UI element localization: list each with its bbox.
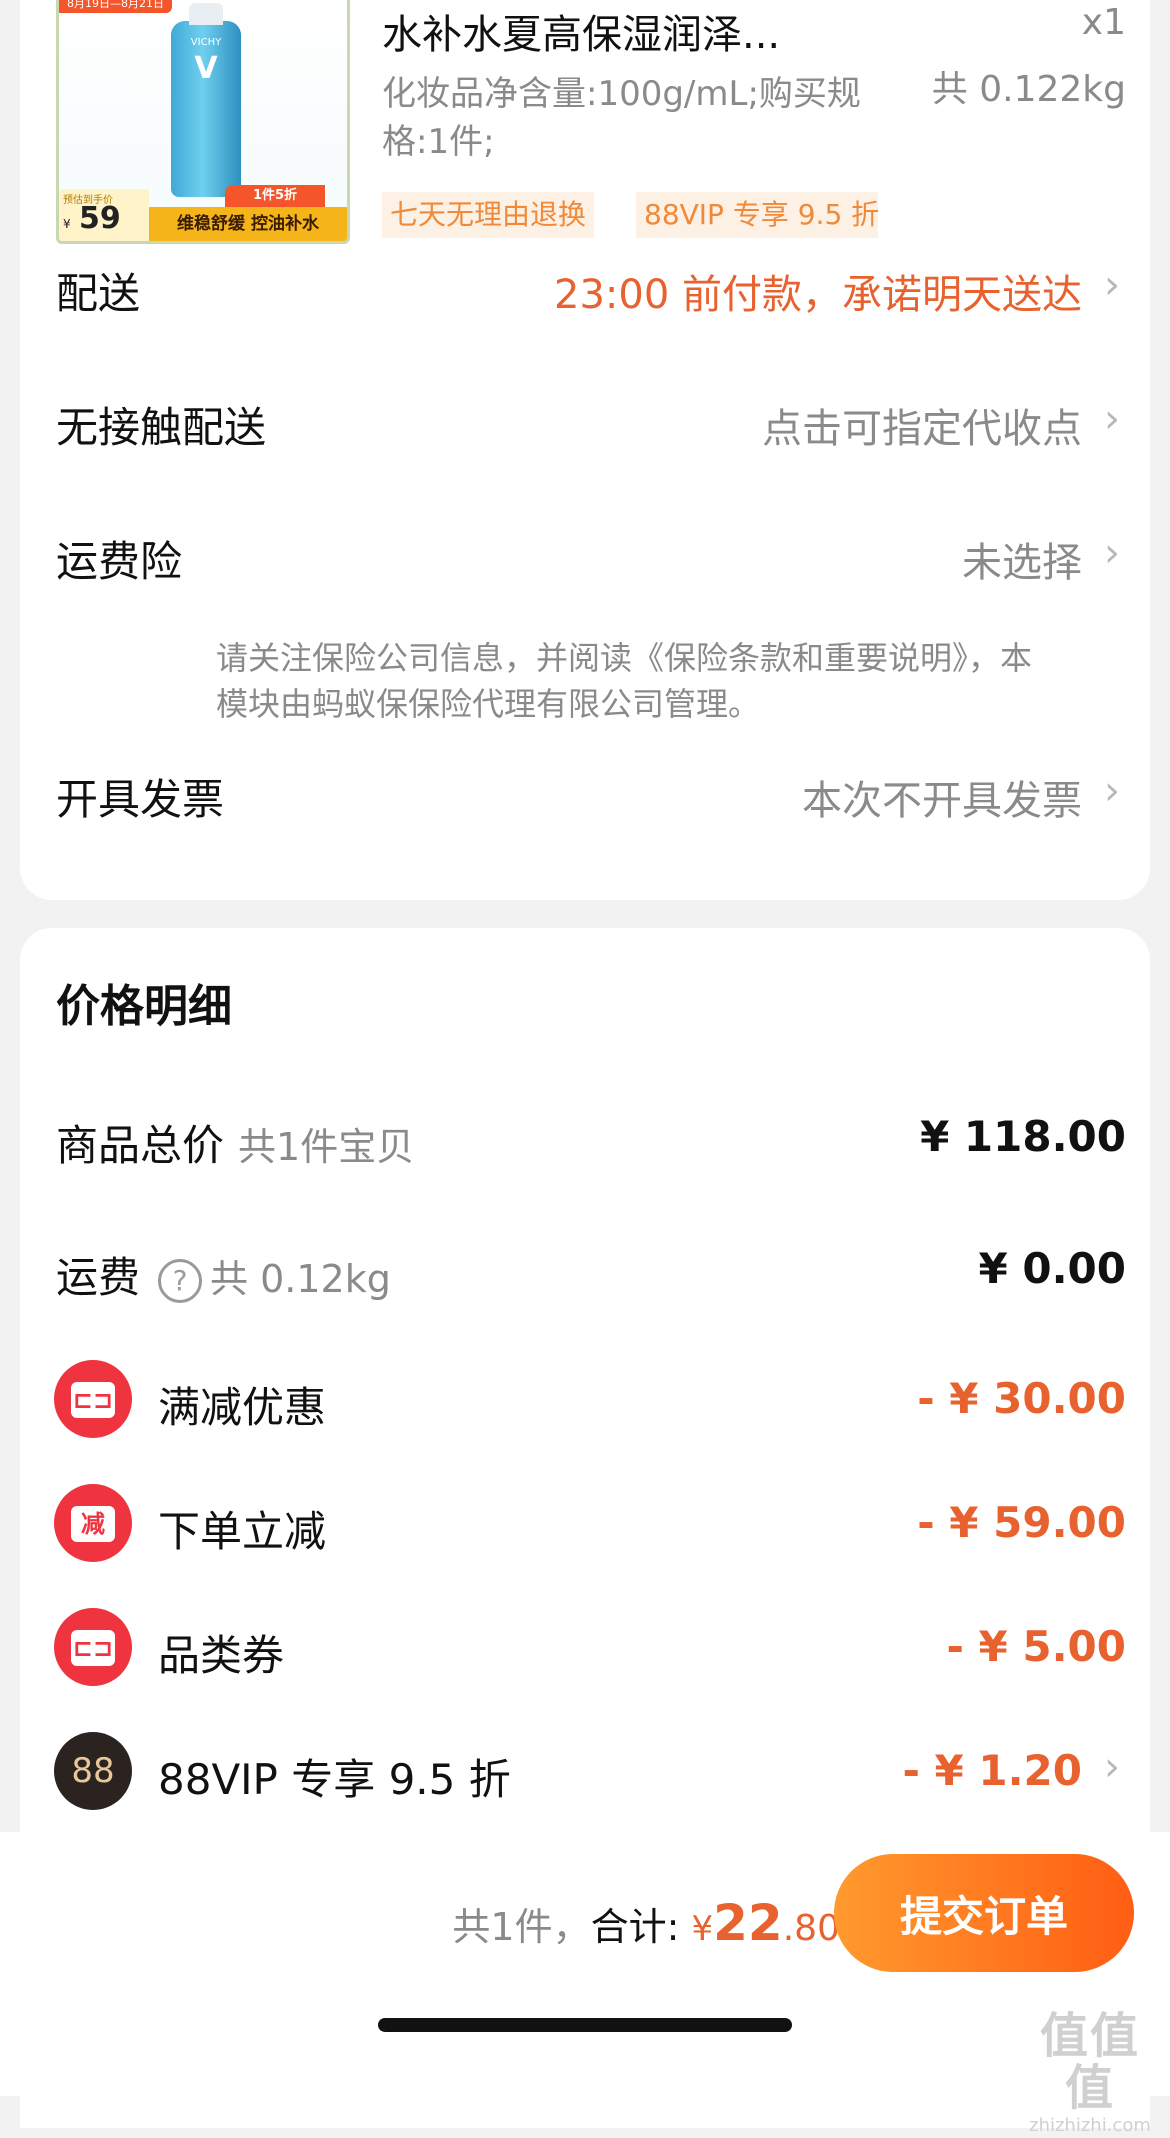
vip-icon: 88 (54, 1732, 132, 1810)
return-policy-tag: 七天无理由退换 (382, 192, 595, 238)
image-promo-top: 1件5折 (225, 185, 325, 207)
help-icon[interactable]: ? (158, 1258, 203, 1303)
product-date-range: 8月19日—8月21日 (59, 0, 172, 13)
contactless-label: 无接触配送 (56, 403, 267, 452)
total-price-text: 商品总价 (56, 1121, 225, 1170)
image-price-box: 预估到手价 ¥ 59 (59, 189, 149, 241)
brand-mark: V (194, 51, 218, 86)
product-image[interactable]: 8月19日—8月21日 VICHY V 1件5折 预估到手价 ¥ 59 维稳舒缓… (56, 0, 350, 244)
discount-vip-value: - ¥ 1.20 (902, 1746, 1082, 1795)
chevron-right-icon: › (1104, 396, 1120, 442)
discount-order-reduction-value: - ¥ 59.00 (917, 1498, 1126, 1547)
vip-discount-tag: 88VIP 专享 9.5 折 (636, 192, 878, 238)
insurance-label: 运费险 (56, 537, 183, 586)
submit-order-button[interactable]: 提交订单 (834, 1854, 1134, 1972)
reduce-icon-text: 减 (71, 1505, 115, 1542)
watermark-logo: 值值值 (1039, 2008, 1140, 2116)
total-integer: 22 (713, 1894, 783, 1952)
discount-category-coupon-label: 品类券 (158, 1631, 285, 1680)
discount-vip-label: 88VIP 专享 9.5 折 (158, 1755, 511, 1804)
order-options-card: 8月19日—8月21日 VICHY V 1件5折 预估到手价 ¥ 59 维稳舒缓… (20, 0, 1150, 900)
image-price: 59 (79, 201, 121, 236)
discount-full-reduction-label: 满减优惠 (158, 1383, 327, 1432)
invoice-label: 开具发票 (56, 775, 225, 824)
discount-full-reduction-value: - ¥ 30.00 (917, 1374, 1126, 1423)
shipping-label: 运费? 共 0.12kg (56, 1244, 391, 1305)
watermark: 值值值 zhizhizhi.com (1018, 2010, 1162, 2138)
shipping-text: 运费 (56, 1253, 141, 1302)
total-count: 共1件宝贝 (238, 1125, 415, 1169)
discount-category-coupon-value: - ¥ 5.00 (946, 1622, 1126, 1671)
bottle-image: VICHY V (171, 3, 241, 197)
delivery-value: 23:00 前付款，承诺明天送达 (554, 272, 1082, 318)
image-promo: 维稳舒缓 控油补水 (149, 207, 347, 241)
chevron-right-icon: › (1104, 1744, 1120, 1790)
home-indicator[interactable] (378, 2018, 792, 2032)
image-price-currency: ¥ (63, 217, 71, 231)
discount-order-reduction-label: 下单立减 (158, 1507, 327, 1556)
total-currency: ¥ (691, 1909, 714, 1949)
ticket-icon: ⊏⊐ (54, 1360, 132, 1438)
bottle-cap (189, 3, 223, 25)
ticket-icon: ⊏⊐ (54, 1608, 132, 1686)
chevron-right-icon: › (1104, 768, 1120, 814)
contactless-value: 点击可指定代收点 (762, 406, 1082, 452)
checkout-bar: 共1件，合计: ¥22.80 提交订单 (0, 1832, 1170, 2096)
watermark-url: zhizhizhi.com (1029, 2115, 1151, 2136)
product-title[interactable]: 水补水夏高保湿润泽... (382, 2, 780, 60)
invoice-value: 本次不开具发票 (802, 778, 1082, 824)
order-summary: 共1件，合计: ¥22.80 (452, 1894, 840, 1952)
insurance-value: 未选择 (962, 540, 1082, 586)
product-spec: 化妆品净含量:100g/mL;购买规格:1件; (382, 74, 861, 162)
total-price-label: 商品总价 共1件宝贝 (56, 1112, 414, 1173)
item-count: 共1件， (452, 1905, 591, 1949)
brand-logo: VICHY (190, 37, 222, 48)
shipping-value: ¥ 0.00 (978, 1244, 1126, 1293)
total-label: 合计: (590, 1905, 680, 1949)
chevron-right-icon: › (1104, 530, 1120, 576)
total-price-value: ¥ 118.00 (920, 1112, 1126, 1161)
product-weight: 共 0.122kg (931, 69, 1126, 110)
product-quantity: x1 (1081, 2, 1126, 43)
price-detail-title: 价格明细 (56, 981, 232, 1032)
shipping-weight: 共 0.12kg (210, 1257, 391, 1301)
insurance-note: 请关注保险公司信息，并阅读《保险条款和重要说明》，本模块由蚂蚁保保险代理有限公司… (216, 639, 1033, 723)
total-decimal: .80 (782, 1908, 840, 1949)
chevron-right-icon: › (1104, 262, 1120, 308)
reduce-icon: 减 (54, 1484, 132, 1562)
delivery-label: 配送 (56, 269, 141, 318)
